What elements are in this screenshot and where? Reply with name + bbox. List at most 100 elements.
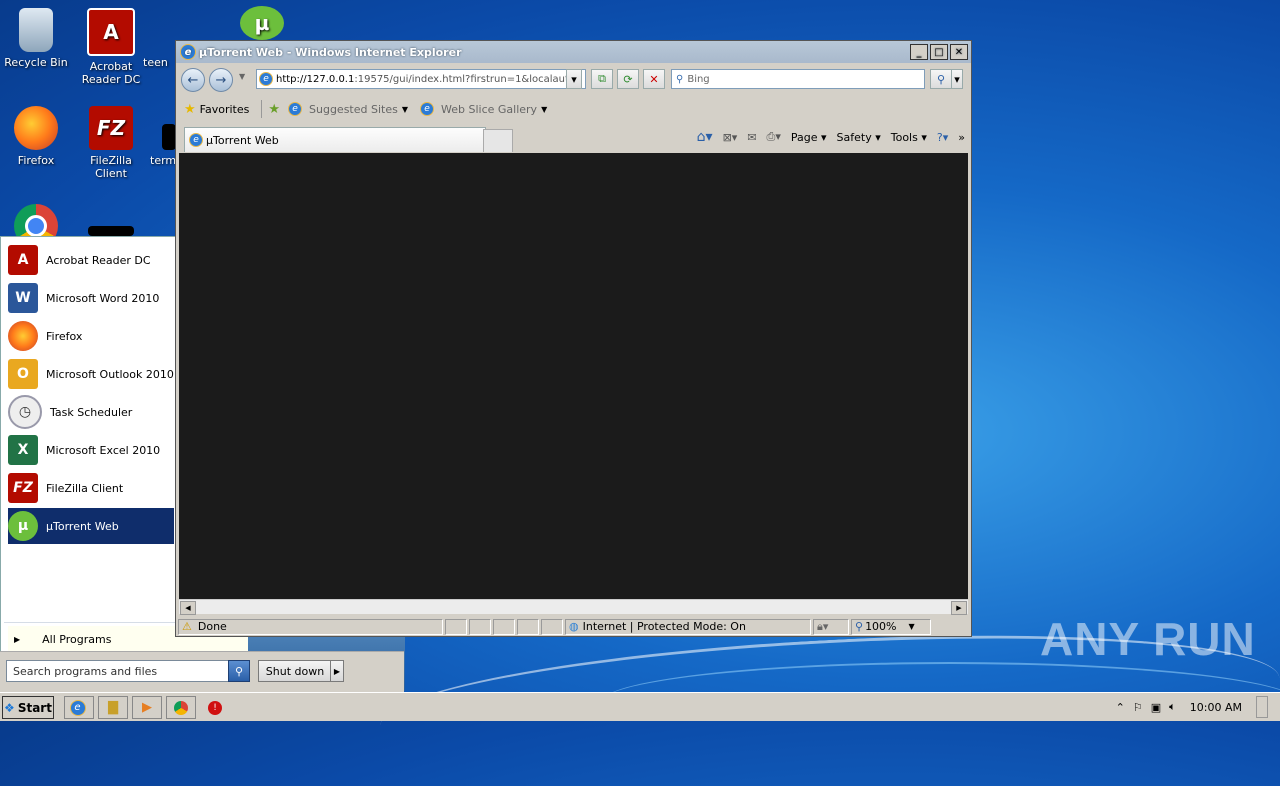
chevron-down-icon: ▼ (908, 622, 915, 631)
start-menu-item-outlook[interactable]: O Microsoft Outlook 2010 (8, 356, 174, 392)
add-favorite-icon[interactable]: ★ (268, 102, 280, 117)
favorites-button[interactable]: Favorites (200, 103, 250, 116)
menu-item-label: Microsoft Word 2010 (46, 291, 160, 305)
start-menu-item-filezilla[interactable]: FZ FileZilla Client (8, 470, 174, 506)
back-button[interactable]: ← (181, 68, 205, 92)
system-tray: ⌃ ⚐ ▣ 🔈︎ 10:00 AM (1116, 695, 1280, 719)
taskbar-stop-button[interactable]: ! (200, 696, 230, 719)
zoom-button[interactable]: ⚲ 100% ▼ (851, 618, 931, 635)
desktop-icon-acrobat[interactable]: A Acrobat Reader DC (76, 8, 146, 86)
start-menu-search-input[interactable]: Search programs and files (6, 660, 232, 682)
web-slice-gallery-link[interactable]: Web Slice Gallery (441, 103, 537, 116)
show-hidden-icons-button[interactable]: ⌃ (1116, 701, 1125, 714)
tab-utorrent-web[interactable]: e µTorrent Web (184, 127, 486, 152)
menu-item-label: Microsoft Outlook 2010 (46, 367, 174, 381)
search-box[interactable]: ⚲ Bing (671, 69, 925, 89)
page-content[interactable] (179, 153, 968, 599)
security-zone-pane[interactable]: ◍ Internet | Protected Mode: On (565, 618, 811, 635)
tab-row: e µTorrent Web ⌂▾ ⊠▾ ✉ ⎙▾ Page ▾ Safety … (176, 125, 971, 153)
volume-icon[interactable]: 🔈︎ (1169, 700, 1176, 714)
command-bar: ⌂▾ ⊠▾ ✉ ⎙▾ Page ▾ Safety ▾ Tools ▾ ?▾ » (697, 129, 965, 145)
recent-pages-dropdown[interactable]: ▼ (239, 72, 245, 81)
start-menu-item-utorrent[interactable]: µ µTorrent Web (8, 508, 174, 544)
taskbar-explorer-button[interactable]: ▇ (98, 696, 128, 719)
app-icon (88, 226, 134, 236)
outlook-icon: O (8, 359, 38, 389)
start-menu-item-excel[interactable]: X Microsoft Excel 2010 (8, 432, 174, 468)
firefox-icon (8, 321, 38, 351)
refresh-button[interactable]: ⟳ (617, 69, 639, 89)
start-button[interactable]: ❖ Start (2, 696, 54, 719)
divider (261, 100, 263, 118)
minimize-button[interactable]: _ (910, 44, 928, 60)
maximize-button[interactable]: □ (930, 44, 948, 60)
network-icon[interactable]: ▣ (1151, 701, 1161, 714)
horizontal-scrollbar[interactable]: ◀ ▶ (179, 599, 968, 615)
forward-button[interactable]: → (209, 68, 233, 92)
tools-menu[interactable]: Tools ▾ (891, 131, 927, 144)
chevron-right-icon[interactable]: » (958, 131, 965, 144)
new-tab-button[interactable] (483, 129, 513, 152)
flag-icon[interactable]: ⚐ (1133, 701, 1143, 714)
favorites-bar: ★ Favorites ★ e Suggested Sites ▼ e Web … (176, 97, 971, 121)
stop-icon: ! (208, 700, 222, 715)
ie-title-bar[interactable]: e µTorrent Web - Windows Internet Explor… (176, 41, 971, 63)
filezilla-icon: FZ (89, 106, 133, 150)
shutdown-options-button[interactable]: ▶ (330, 660, 344, 682)
desktop-icon-recycle-bin[interactable]: Recycle Bin (1, 8, 71, 69)
search-icon[interactable]: ⚲ (228, 660, 250, 682)
desktop-icon-label: Recycle Bin (4, 56, 68, 69)
search-placeholder: Bing (687, 73, 710, 85)
start-menu-item-task-scheduler[interactable]: ◷ Task Scheduler (8, 394, 174, 430)
search-icon: ⚲ (676, 73, 684, 85)
status-text-pane: ⚠ Done (178, 618, 443, 635)
clock[interactable]: 10:00 AM (1190, 701, 1242, 714)
show-desktop-button[interactable] (1256, 696, 1268, 718)
shutdown-button[interactable]: Shut down (258, 660, 332, 682)
start-menu-item-firefox[interactable]: Firefox (8, 318, 174, 354)
tools-menu-label: Tools (890, 130, 918, 144)
taskbar-chrome-button[interactable] (166, 696, 196, 719)
start-menu-item-acrobat[interactable]: A Acrobat Reader DC (8, 242, 174, 278)
chrome-icon (174, 700, 188, 715)
close-button[interactable]: ✕ (950, 44, 968, 60)
feeds-icon[interactable]: ⊠▾ (723, 131, 738, 144)
all-programs-label: All Programs (42, 632, 112, 646)
word-icon: W (8, 283, 38, 313)
stop-button[interactable]: ✕ (643, 69, 665, 89)
chevron-down-icon[interactable]: ▼ (541, 105, 547, 114)
scroll-left-button[interactable]: ◀ (180, 601, 196, 615)
watermark: ANY RUN (1040, 613, 1256, 665)
desktop-icon-firefox[interactable]: Firefox (1, 106, 71, 167)
search-options-button[interactable]: ▾ (951, 69, 963, 89)
address-bar[interactable]: e http://127.0.0.1:19575/gui/index.html?… (256, 69, 586, 89)
tab-label: µTorrent Web (206, 133, 279, 147)
address-path: :19575/gui/index.html?firstrun=1&localau… (354, 73, 576, 85)
address-dropdown-button[interactable]: ▾ (566, 69, 582, 89)
taskbar-ie-button[interactable]: e (64, 696, 94, 719)
mail-icon[interactable]: ✉ (747, 131, 756, 144)
home-icon[interactable]: ⌂▾ (697, 129, 713, 145)
warning-icon: ⚠ (182, 620, 192, 633)
ie-icon: e (288, 102, 303, 116)
scroll-right-button[interactable]: ▶ (951, 601, 967, 615)
star-icon: ★ (184, 101, 196, 117)
desktop-icon-utorrent[interactable]: µ (237, 6, 287, 44)
chevron-down-icon[interactable]: ▼ (402, 105, 408, 114)
status-pane (469, 618, 491, 635)
help-icon[interactable]: ?▾ (937, 131, 948, 144)
safety-menu[interactable]: Safety ▾ (837, 131, 881, 144)
desktop-icon-filezilla[interactable]: FZ FileZilla Client (76, 106, 146, 180)
protected-mode-button[interactable]: 🔒︎▾ (813, 618, 849, 635)
suggested-sites-link[interactable]: Suggested Sites (309, 103, 398, 116)
clock-icon: ◷ (8, 395, 42, 429)
print-icon[interactable]: ⎙▾ (767, 130, 781, 144)
search-button[interactable]: ⚲ (930, 69, 952, 89)
start-menu-item-word[interactable]: W Microsoft Word 2010 (8, 280, 174, 316)
media-player-icon: ▶ (142, 700, 152, 715)
compatibility-view-button[interactable]: ⧉ (591, 69, 613, 89)
firefox-icon (14, 106, 58, 150)
status-pane (517, 618, 539, 635)
page-menu[interactable]: Page ▾ (791, 131, 827, 144)
taskbar-media-player-button[interactable]: ▶ (132, 696, 162, 719)
